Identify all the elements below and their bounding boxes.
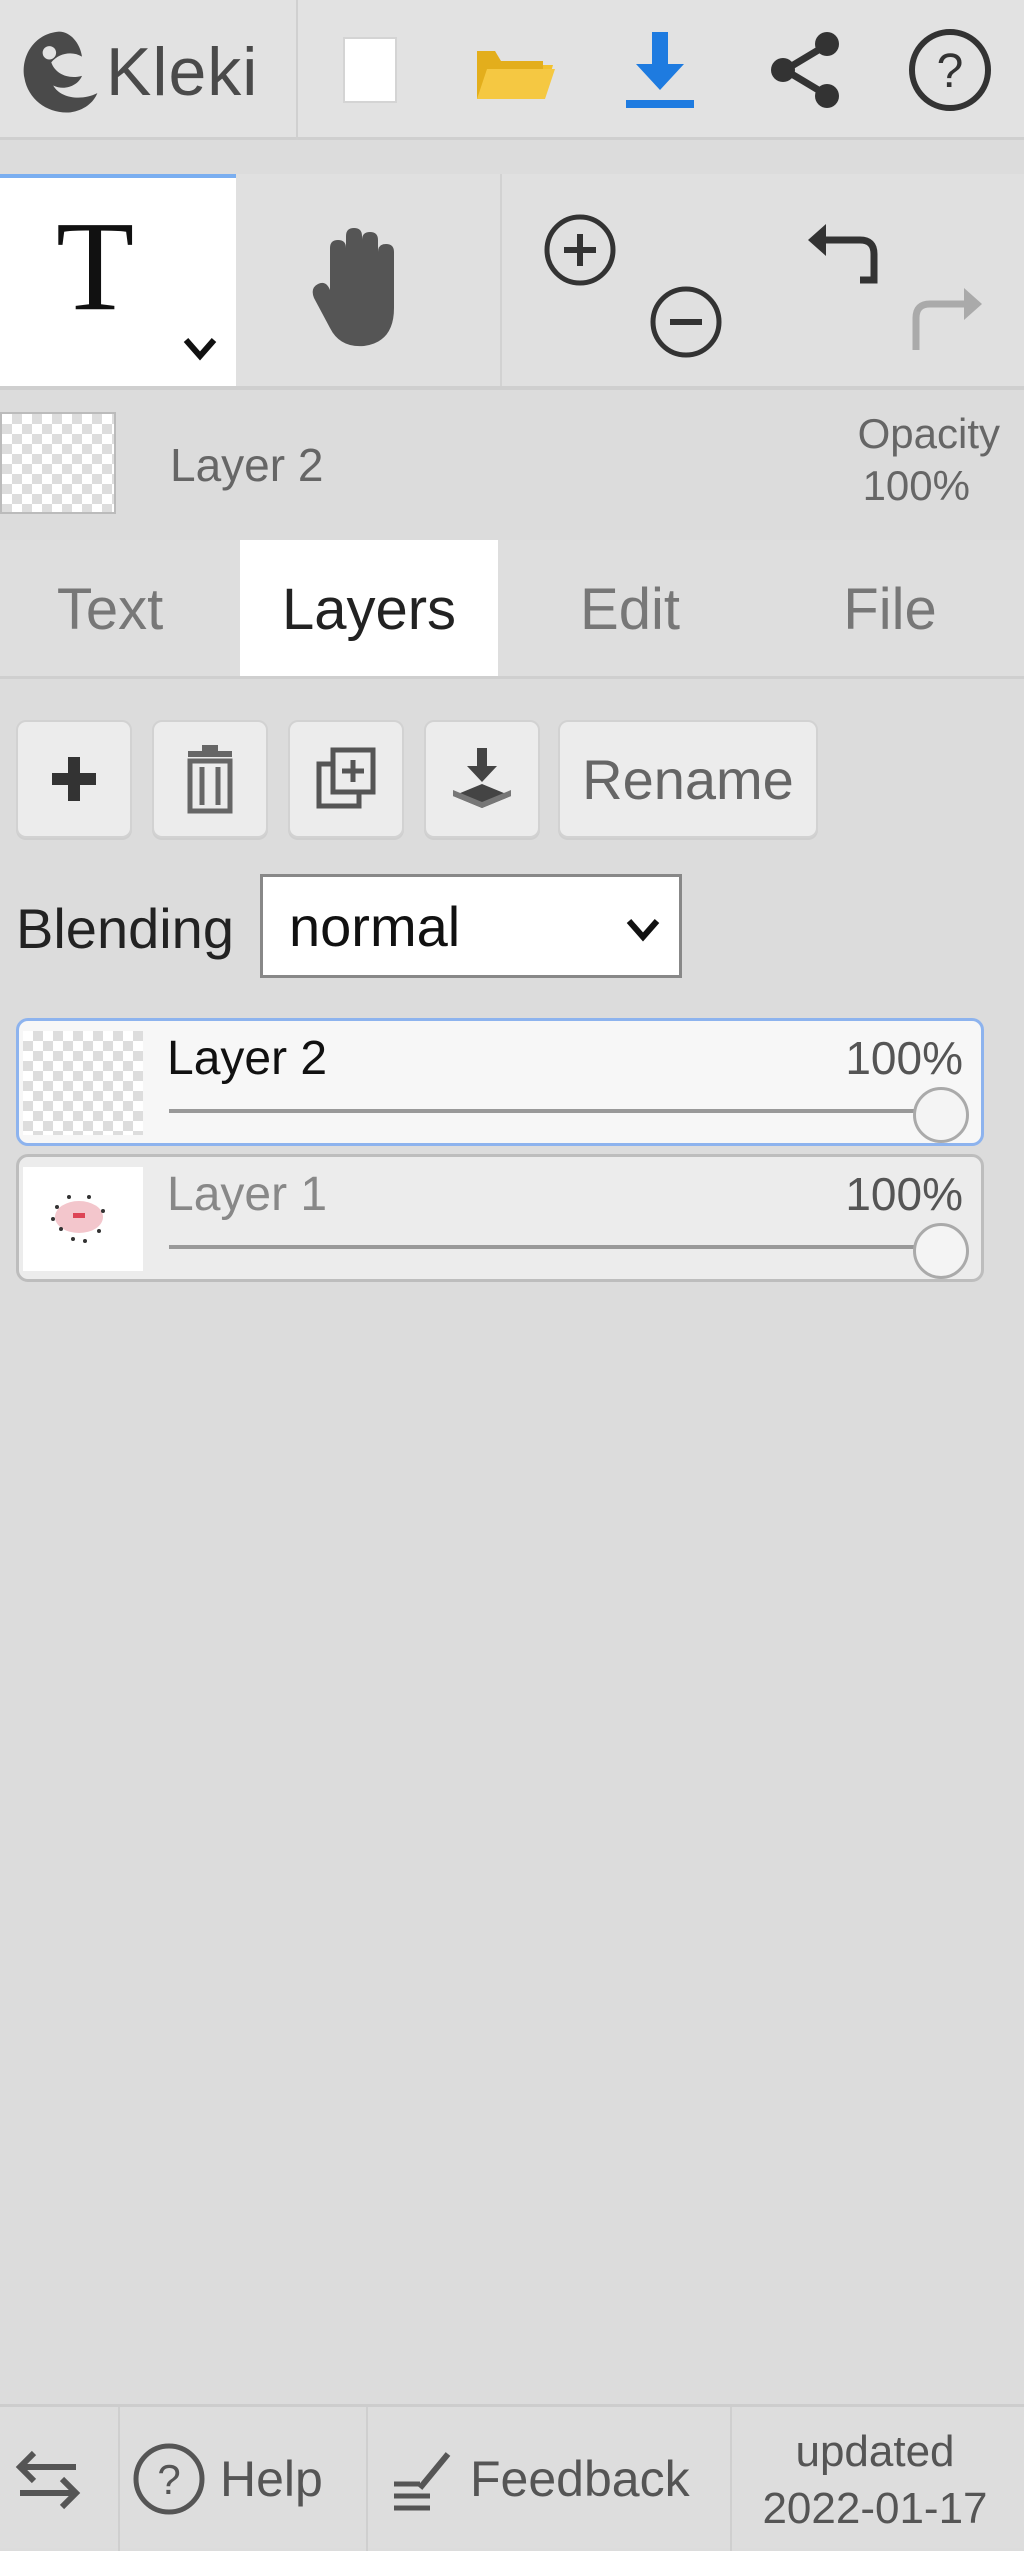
zoom-out-icon[interactable] xyxy=(646,282,726,362)
chevron-down-icon[interactable] xyxy=(176,328,224,368)
merge-down-icon xyxy=(453,748,511,808)
layer-name: Layer 2 xyxy=(167,1032,328,1085)
zoom-in-icon[interactable] xyxy=(540,210,620,290)
redo-icon[interactable] xyxy=(900,274,990,364)
rename-label: Rename xyxy=(582,747,794,811)
tab-edit[interactable]: Edit xyxy=(520,540,740,678)
tool-row: T xyxy=(0,174,1024,388)
duplicate-layer-button[interactable] xyxy=(288,720,404,838)
plus-icon xyxy=(52,757,96,801)
trash-icon xyxy=(187,745,233,814)
hand-icon[interactable] xyxy=(290,218,430,358)
layer-preview-image xyxy=(51,1195,105,1243)
new-document-icon xyxy=(343,37,397,103)
layer-thumbnail xyxy=(23,1031,143,1135)
swap-side-button[interactable] xyxy=(10,2407,100,2551)
layer-opacity-slider-track[interactable] xyxy=(169,1109,951,1113)
help-label: Help xyxy=(220,2451,323,2507)
help-circle-icon: ? xyxy=(909,29,991,111)
feedback-link[interactable]: Feedback xyxy=(390,2407,720,2551)
tabs-divider xyxy=(0,676,1024,679)
layer-thumbnail xyxy=(23,1167,143,1271)
layer-opacity-value: 100% xyxy=(845,1032,963,1084)
help-link[interactable]: ? Help xyxy=(130,2407,360,2551)
kleki-logo[interactable]: Kleki xyxy=(14,22,284,122)
blending-select[interactable]: normal xyxy=(260,874,682,978)
tab-file[interactable]: File xyxy=(780,540,1000,678)
layer-opacity-slider-handle[interactable] xyxy=(913,1223,969,1279)
text-tool-icon: T xyxy=(56,195,135,337)
open-folder-icon xyxy=(477,51,555,99)
updated-date: 2022-01-17 xyxy=(762,2484,988,2534)
open-file-button[interactable] xyxy=(460,20,570,120)
opacity-value: 100% xyxy=(862,462,970,509)
delete-layer-button[interactable] xyxy=(152,720,268,838)
help-circle-icon: ? xyxy=(133,2443,205,2515)
section-divider xyxy=(0,386,1024,390)
layer-opacity-slider-handle[interactable] xyxy=(913,1087,969,1143)
bottom-divider xyxy=(118,2407,120,2551)
top-toolbar: Kleki ? xyxy=(0,0,1024,140)
layer-opacity-value: 100% xyxy=(845,1168,963,1220)
layer-opacity-slider-track[interactable] xyxy=(169,1245,951,1249)
kleki-logo-icon xyxy=(23,31,98,113)
current-layer-thumbnail xyxy=(0,412,116,514)
panel-tabs: Text Layers Edit File xyxy=(0,540,1024,678)
svg-text:?: ? xyxy=(937,45,964,98)
download-button[interactable] xyxy=(605,20,715,120)
share-icon xyxy=(771,32,839,108)
help-button[interactable]: ? xyxy=(895,20,1005,120)
blending-value: normal xyxy=(289,894,461,958)
add-layer-button[interactable] xyxy=(16,720,132,838)
text-tool-button[interactable]: T xyxy=(0,174,236,388)
bottom-divider xyxy=(730,2407,732,2551)
layer-row-layer-2[interactable]: Layer 2 100% xyxy=(16,1018,984,1146)
share-button[interactable] xyxy=(750,20,860,120)
layer-row-layer-1[interactable]: Layer 1 100% xyxy=(16,1154,984,1282)
updated-label: updated xyxy=(795,2427,955,2476)
new-document-button[interactable] xyxy=(315,20,425,120)
rename-layer-button[interactable]: Rename xyxy=(558,720,818,838)
layer-name: Layer 1 xyxy=(167,1168,328,1221)
feedback-label: Feedback xyxy=(470,2451,690,2507)
chevron-down-icon xyxy=(626,919,660,942)
toolbar-divider xyxy=(296,0,298,140)
bottom-bar: ? Help Feedback updated 2022-01-17 xyxy=(0,2404,1024,2551)
tab-layers[interactable]: Layers xyxy=(240,540,498,678)
download-icon xyxy=(626,32,694,108)
svg-text:?: ? xyxy=(157,2456,180,2503)
undo-icon[interactable] xyxy=(800,210,890,300)
merge-down-button[interactable] xyxy=(424,720,540,838)
blending-label: Blending xyxy=(16,897,234,960)
opacity-label: Opacity xyxy=(857,410,1000,457)
duplicate-icon xyxy=(316,747,376,809)
current-layer-name: Layer 2 xyxy=(170,439,324,491)
bottom-divider xyxy=(366,2407,368,2551)
swap-arrows-icon xyxy=(15,2450,81,2510)
update-info[interactable]: updated 2022-01-17 xyxy=(740,2423,1010,2537)
logo-text: Kleki xyxy=(106,34,259,110)
tool-divider xyxy=(500,174,502,388)
tab-text[interactable]: Text xyxy=(0,540,220,678)
feedback-pencil-icon xyxy=(394,2452,451,2511)
